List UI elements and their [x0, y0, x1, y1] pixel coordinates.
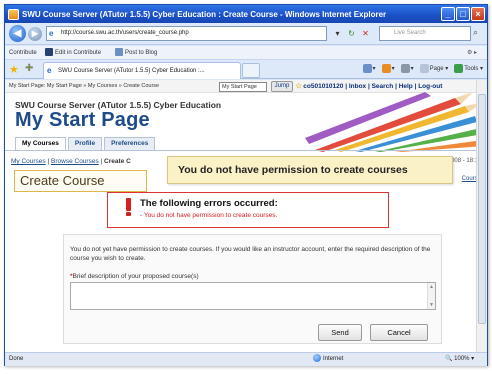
back-button[interactable]: ◀: [9, 25, 26, 42]
address-bar[interactable]: e http://course.swu.ac.th/users/create_c…: [46, 26, 327, 41]
error-box: The following errors occurred: - You do …: [107, 192, 389, 228]
request-form: You do not yet have permission to create…: [63, 234, 442, 344]
print-button[interactable]: ▾: [400, 63, 414, 76]
forward-button[interactable]: ▶: [28, 27, 42, 41]
refresh-button[interactable]: ↻: [345, 27, 358, 40]
window-titlebar[interactable]: SWU Course Server (ATutor 1.5.5) Cyber E…: [5, 5, 487, 23]
address-dropdown-button[interactable]: ▾: [331, 27, 344, 40]
status-bar: Done Internet 🔍 100% ▾: [5, 352, 487, 366]
edit-in-contribute-link[interactable]: Edit in Contribute: [45, 46, 101, 60]
breadcrumb: My Courses | Browse Courses | Create C: [11, 158, 131, 165]
error-message-text: You do not have permission to create cou…: [143, 212, 278, 219]
textarea-scrollbar[interactable]: ▲ ▼: [427, 283, 435, 309]
pencils-banner-image: [305, 92, 485, 152]
search-button[interactable]: ⌕: [473, 27, 478, 38]
contribute-icon: [45, 48, 53, 57]
page-menu-label: Page: [429, 66, 444, 72]
print-icon: [400, 63, 410, 73]
new-tab-button[interactable]: [242, 63, 260, 78]
page-title: My Start Page: [15, 109, 150, 131]
description-textarea[interactable]: ▲ ▼: [70, 282, 436, 310]
address-toolbar: ◀ ▶ e http://course.swu.ac.th/users/crea…: [5, 23, 487, 45]
feeds-icon: [381, 63, 391, 73]
refresh-icon: ↻: [348, 29, 355, 38]
create-course-crumb: Create C: [104, 158, 131, 165]
edit-in-contribute-label: Edit in Contribute: [55, 50, 102, 56]
globe-icon: [313, 354, 321, 363]
scrollbar-thumb[interactable]: [478, 94, 486, 324]
maximize-button[interactable]: □: [456, 7, 470, 21]
breadcrumb-separator: |: [47, 158, 50, 165]
links-toolbar-options[interactable]: ⚙ ▸: [467, 46, 477, 60]
zoom-level[interactable]: 🔍 100% ▾: [445, 353, 474, 366]
breadcrumb-separator-2: |: [100, 158, 103, 165]
ie-page-icon: e: [49, 29, 54, 38]
search-icon: ⌕: [473, 27, 479, 37]
star-icon[interactable]: ★: [9, 63, 19, 76]
stop-icon: ✕: [362, 29, 369, 38]
close-button[interactable]: ×: [471, 7, 485, 21]
stop-button[interactable]: ✕: [359, 27, 372, 40]
security-zone-label: Internet: [323, 356, 344, 362]
minimize-button[interactable]: _: [441, 7, 455, 21]
tab-row: ★ ✚ e SWU Course Server (ATutor 1.5.5) C…: [5, 60, 487, 79]
my-courses-link[interactable]: My Courses: [11, 158, 46, 165]
feeds-button[interactable]: ▾: [381, 63, 395, 76]
home-icon: [362, 63, 372, 73]
home-button[interactable]: ▾: [362, 63, 376, 76]
tools-icon: [454, 63, 464, 73]
page-menu[interactable]: Page ▾: [419, 63, 448, 76]
page-viewport: My Start Page: My Start Page » My Course…: [5, 80, 487, 352]
browser-tab[interactable]: e SWU Course Server (ATutor 1.5.5) Cyber…: [43, 62, 241, 79]
jump-select[interactable]: My Start Page: [219, 82, 267, 92]
error-message: - You do not have permission to create c…: [140, 212, 277, 219]
user-links-text: co501010120 | Inbox | Search | Help | Lo…: [303, 83, 443, 90]
post-to-blog-label: Post to Blog: [125, 50, 158, 56]
ie-logo-icon: [8, 8, 19, 20]
cancel-button[interactable]: Cancel: [370, 324, 428, 341]
post-to-blog-link[interactable]: Post to Blog: [115, 46, 157, 60]
course-tabs: My Courses Profile Preferences: [15, 137, 156, 150]
send-button[interactable]: Send: [318, 324, 362, 341]
jump-button[interactable]: Jump: [271, 81, 293, 92]
permission-callout: You do not have permission to create cou…: [167, 156, 453, 184]
top-breadcrumb[interactable]: My Start Page: My Start Page » My Course…: [9, 80, 159, 93]
contribute-label: Contribute: [9, 50, 37, 56]
description-label: *Brief description of your proposed cour…: [70, 273, 199, 280]
zoom-level-label: 100%: [454, 356, 470, 362]
request-intro-text: You do not yet have permission to create…: [70, 246, 431, 262]
exclamation-icon: [126, 198, 132, 216]
window-title: SWU Course Server (ATutor 1.5.5) Cyber E…: [22, 9, 387, 19]
tab-profile[interactable]: Profile: [67, 137, 103, 150]
address-url: http://course.swu.ac.th/users/create_cou…: [61, 30, 189, 36]
security-zone[interactable]: Internet: [313, 353, 343, 366]
search-placeholder: Live Search: [394, 30, 426, 36]
browser-tab-label: SWU Course Server (ATutor 1.5.5) Cyber E…: [58, 68, 205, 74]
tab-ie-icon: e: [47, 66, 52, 75]
browse-courses-link[interactable]: Browse Courses: [51, 158, 99, 165]
create-course-heading: Create Course: [14, 170, 147, 192]
blog-icon: [115, 48, 123, 57]
tools-menu[interactable]: Tools ▾: [454, 63, 483, 76]
error-title: The following errors occurred:: [140, 198, 278, 209]
browser-window: SWU Course Server (ATutor 1.5.5) Cyber E…: [4, 4, 488, 366]
back-arrow-icon: ◀: [13, 28, 22, 39]
page-icon: [419, 63, 429, 73]
page-scrollbar[interactable]: [476, 80, 487, 352]
window-controls: _ □ ×: [441, 7, 485, 21]
command-bar: ▾ ▾ ▾ Page ▾ Tools ▾: [362, 63, 483, 76]
add-favorite-icon[interactable]: ✚: [25, 63, 33, 74]
tools-menu-label: Tools: [464, 66, 479, 72]
error-bullet: -: [140, 212, 143, 219]
chevron-down-icon: ▾: [335, 29, 340, 38]
description-label-text: Brief description of your proposed cours…: [72, 273, 199, 280]
tab-preferences[interactable]: Preferences: [104, 137, 156, 150]
tab-my-courses[interactable]: My Courses: [15, 137, 66, 150]
status-text: Done: [9, 356, 24, 362]
search-input[interactable]: Live Search: [379, 26, 471, 41]
forward-arrow-icon: ▶: [31, 29, 39, 38]
tabs-divider: [5, 150, 487, 151]
links-toolbar: Contribute Edit in Contribute Post to Bl…: [5, 46, 487, 60]
